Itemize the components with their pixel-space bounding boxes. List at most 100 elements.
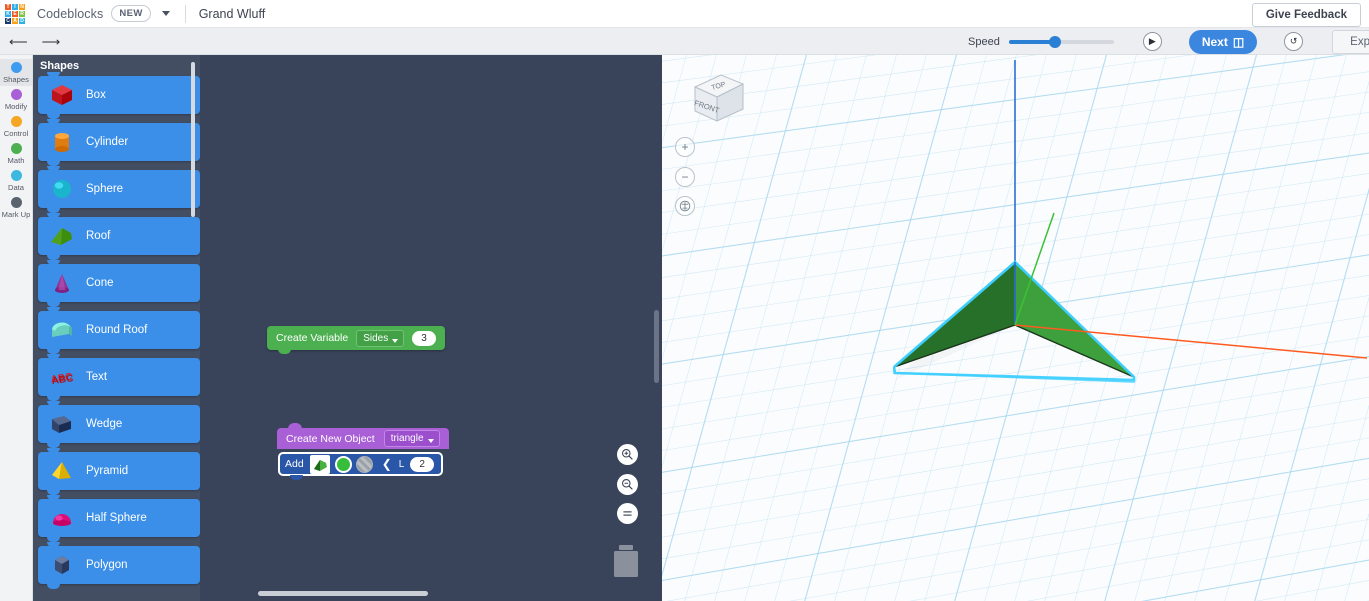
rail-item-data[interactable]: Data	[0, 167, 32, 194]
svg-text:ABC: ABC	[51, 373, 74, 387]
speed-label: Speed	[968, 35, 1000, 48]
shape-block-label: Polygon	[86, 559, 128, 571]
speed-slider-fill	[1008, 39, 1054, 44]
logo-tile: A	[12, 17, 18, 24]
triangle-object	[892, 260, 1136, 383]
give-feedback-button[interactable]: Give Feedback	[1251, 3, 1361, 27]
3d-viewport[interactable]: TOP FRONT + −	[662, 55, 1369, 601]
speed-slider-knob[interactable]	[1048, 35, 1061, 48]
shape-block-label: Box	[86, 89, 106, 101]
logo-tile: I	[12, 3, 18, 10]
canvas-vertical-scrollbar[interactable]	[654, 310, 659, 383]
fill-color-swatch[interactable]	[334, 455, 352, 473]
canvas-zoom-out-button[interactable]	[617, 474, 638, 495]
step-forward-icon: ◫	[1232, 34, 1245, 49]
shape-block-sphere[interactable]: Sphere	[38, 166, 200, 213]
sphere-shape-icon	[47, 175, 77, 203]
shape-block-label: Pyramid	[86, 465, 129, 477]
new-badge: NEW	[111, 5, 151, 22]
document-title[interactable]: Grand Wluff	[199, 7, 265, 21]
shape-block-round-roof[interactable]: Round Roof	[38, 307, 200, 354]
canvas-fit-view-button[interactable]	[617, 503, 638, 524]
shape-block-label: Half Sphere	[86, 512, 147, 524]
shape-block-box[interactable]: Box	[38, 72, 200, 119]
redo-arrow-icon[interactable]: ⟶	[42, 35, 61, 48]
rail-dot-icon	[10, 62, 22, 73]
zoom-out-icon	[622, 479, 633, 490]
shape-block-label: Cone	[86, 277, 114, 289]
category-rail: Shapes Modify Control Math Data Mark Up	[0, 55, 33, 601]
create-new-object-block[interactable]: Create New Object triangle	[277, 423, 449, 449]
logo-tile: C	[5, 17, 11, 24]
rail-item-label: Math	[7, 156, 25, 165]
next-step-label: Next	[1201, 34, 1228, 49]
playback-controls: Speed ▶ Next ◫ ↺ Export Share	[968, 28, 1369, 55]
shape-block-polygon[interactable]: Polygon	[38, 542, 200, 589]
zoom-in-icon	[622, 449, 633, 460]
reset-button[interactable]: ↺	[1284, 32, 1304, 51]
object-name-dropdown[interactable]: triangle	[383, 430, 440, 447]
rail-dot-icon	[10, 116, 22, 127]
rail-item-mark-up[interactable]: Mark Up	[0, 194, 32, 221]
rail-item-label: Shapes	[3, 75, 29, 84]
trash-icon	[614, 545, 638, 577]
shape-block-cone[interactable]: Cone	[38, 260, 200, 307]
create-variable-block[interactable]: Create Variable Sides 3	[267, 326, 445, 354]
rail-item-control[interactable]: Control	[0, 113, 32, 140]
brand-label[interactable]: Codeblocks	[37, 7, 103, 21]
shape-block-half-sphere[interactable]: Half Sphere	[38, 495, 200, 542]
canvas-horizontal-scrollbar[interactable]	[258, 591, 428, 596]
hole-hatch-icon[interactable]	[355, 455, 373, 473]
action-toolbar: ⟵ ⟶ Speed ▶ Next ◫ ↺ Export Share	[0, 28, 1369, 55]
add-shape-block[interactable]: Add ❮ L 2	[278, 452, 443, 480]
rail-dot-icon	[10, 143, 22, 154]
chevron-down-icon[interactable]	[159, 7, 173, 21]
tinkercad-codeblocks-app: TIN KER CAD Codeblocks NEW Grand Wluff Giv…	[0, 0, 1369, 601]
rail-item-label: Control	[3, 129, 29, 138]
wedge-shape-icon	[47, 410, 77, 438]
variable-value-field[interactable]: 3	[412, 330, 436, 346]
shape-block-wedge[interactable]: Wedge	[38, 401, 200, 448]
canvas-zoom-in-button[interactable]	[617, 444, 638, 465]
cylinder-shape-icon	[47, 128, 77, 156]
shape-block-label: Sphere	[86, 183, 124, 195]
variable-name-dropdown[interactable]: Sides	[356, 329, 405, 347]
create-new-object-label: Create New Object	[286, 432, 375, 445]
speed-slider[interactable]	[1008, 35, 1114, 48]
delete-trash-button[interactable]	[612, 544, 640, 578]
shape-block-text[interactable]: ABC ABC Text	[38, 354, 200, 401]
roof-shape-icon[interactable]	[309, 454, 330, 474]
shape-block-label: Cylinder	[86, 136, 129, 148]
top-header-bar: TIN KER CAD Codeblocks NEW Grand Wluff Giv…	[0, 0, 1369, 28]
rail-item-shapes[interactable]: Shapes	[0, 59, 32, 86]
create-variable-label: Create Variable	[276, 332, 349, 344]
logo-tile: E	[12, 10, 18, 17]
code-canvas[interactable]: Create Variable Sides 3 Create New Objec…	[200, 55, 662, 601]
shapes-panel-scrollbar[interactable]	[191, 62, 195, 217]
export-button[interactable]: Export	[1332, 29, 1369, 54]
rail-item-math[interactable]: Math	[0, 140, 32, 167]
add-block-label: Add	[285, 458, 304, 470]
unit-label: L	[398, 458, 405, 470]
add-value-field[interactable]: 2	[410, 456, 434, 472]
half-sphere-shape-icon	[47, 504, 77, 532]
header-divider	[184, 4, 186, 23]
roof-shape-icon	[47, 222, 77, 250]
chevron-left-icon[interactable]: ❮	[382, 457, 392, 471]
shape-block-roof[interactable]: Roof	[38, 213, 200, 260]
shapes-panel: Shapes Box Cylinder Sphere Roof Cone Round Ro…	[33, 55, 200, 601]
rail-item-modify[interactable]: Modify	[0, 86, 32, 113]
shape-block-pyramid[interactable]: Pyramid	[38, 448, 200, 495]
undo-arrow-icon[interactable]: ⟵	[9, 35, 28, 48]
rail-item-label: Mark Up	[1, 210, 31, 219]
fit-view-icon	[623, 511, 632, 516]
shape-block-list: Box Cylinder Sphere Roof Cone Round Roof ABC AB…	[33, 72, 200, 589]
play-button[interactable]: ▶	[1142, 32, 1162, 51]
cone-shape-icon	[47, 269, 77, 297]
shape-block-label: Roof	[86, 230, 111, 242]
shape-block-cylinder[interactable]: Cylinder	[38, 119, 200, 166]
next-step-button[interactable]: Next ◫	[1188, 29, 1258, 54]
round-roof-shape-icon	[47, 316, 77, 344]
rail-item-label: Modify	[4, 102, 28, 111]
tinkercad-logo[interactable]: TIN KER CAD	[5, 3, 25, 24]
